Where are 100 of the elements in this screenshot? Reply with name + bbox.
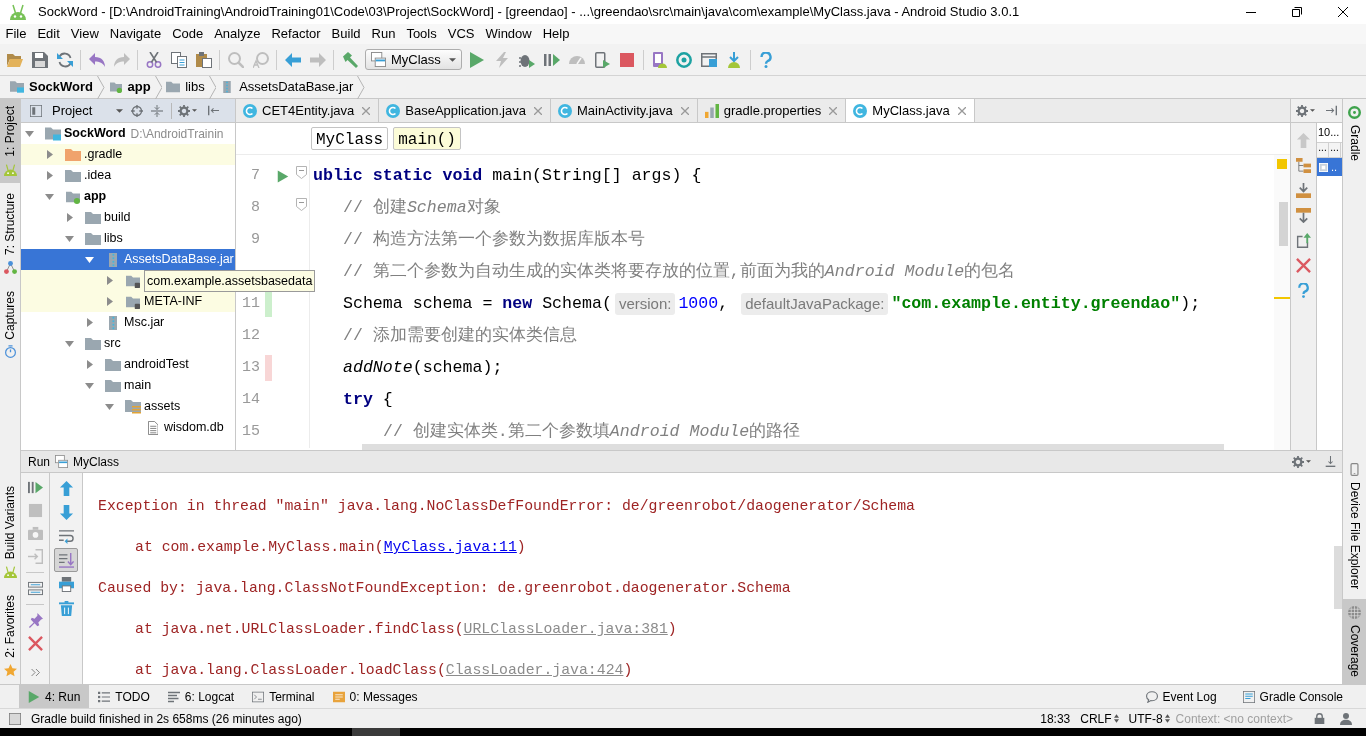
vertical-scrollbar[interactable] [1334, 546, 1342, 609]
tool-window-button[interactable]: 7: Structure [0, 185, 20, 281]
encoding-widget[interactable]: UTF-8 [1128, 709, 1170, 728]
tool-window-button[interactable]: Captures [0, 283, 20, 366]
tool-window-button[interactable]: 2: Favorites [0, 588, 20, 684]
breadcrumb[interactable]: app [106, 76, 153, 98]
menu-item[interactable]: Edit [31, 24, 66, 44]
archive-icon [108, 315, 118, 330]
ring-icon [1348, 106, 1361, 119]
column-header[interactable]: ... [1317, 143, 1329, 157]
menu-item[interactable]: Refactor [265, 24, 327, 44]
menu-item[interactable]: Navigate [104, 24, 167, 44]
tool-window-tab[interactable]: 6: Logcat [158, 685, 244, 708]
editor-tab[interactable]: CET4Entity.java [236, 99, 380, 122]
run-configuration-tab[interactable]: MyClass [55, 452, 120, 471]
breadcrumb[interactable]: SockWord [8, 76, 96, 98]
tree-item[interactable]: assets [21, 396, 235, 417]
folder-icon [85, 231, 101, 246]
vertical-scrollbar[interactable] [1279, 202, 1288, 246]
menu-item[interactable]: File [0, 24, 32, 44]
tree-item[interactable]: build [21, 207, 235, 228]
menu-item[interactable]: Analyze [208, 24, 266, 44]
menu-item[interactable]: Window [479, 24, 538, 44]
tool-window-button[interactable]: Build Variants [0, 479, 20, 586]
restore-icon [1292, 7, 1302, 17]
close-icon[interactable] [957, 106, 966, 115]
source-link[interactable]: MyClass.java:11 [383, 539, 517, 555]
arrow-to-bar-icon [207, 105, 219, 116]
tree-item[interactable]: androidTest [21, 354, 235, 375]
down-arrow-lines-icon [58, 552, 74, 568]
editor-tab[interactable]: MainActivity.java [550, 99, 698, 122]
hide-button[interactable] [1326, 105, 1337, 116]
tree-item[interactable]: libs [21, 228, 235, 249]
tree-item[interactable]: .gradle [21, 144, 235, 165]
tool-windows-toggle[interactable] [9, 712, 21, 725]
horizontal-scrollbar[interactable] [362, 444, 1224, 450]
tree-item[interactable]: src [21, 333, 235, 354]
star-icon [3, 664, 17, 677]
tree-item[interactable]: SockWord D:\AndroidTrainin [21, 123, 235, 144]
close-icon[interactable] [533, 106, 542, 115]
list-icon [98, 690, 111, 703]
scroll-to-end-button[interactable] [54, 548, 78, 572]
context-label: Context: <no context> [1175, 710, 1293, 728]
chevron-icon [97, 75, 105, 99]
tool-window-tab[interactable]: Gradle Console [1233, 685, 1352, 708]
module-folder-icon [108, 81, 123, 93]
editor-tab[interactable]: BaseApplication.java [379, 99, 551, 122]
breadcrumb[interactable]: main() [393, 127, 461, 150]
file-icon [147, 420, 159, 435]
tool-window-button[interactable]: Coverage [1343, 598, 1366, 684]
person-icon[interactable] [1340, 712, 1352, 725]
tool-window-tab[interactable]: 4: Run [19, 685, 90, 708]
tool-window-button[interactable]: Gradle [1343, 99, 1366, 169]
tool-window-tab[interactable]: Event Log [1136, 685, 1226, 708]
close-icon[interactable] [680, 106, 689, 115]
table-row[interactable]: .. [1317, 158, 1342, 176]
play-icon[interactable] [277, 169, 289, 183]
menu-item[interactable]: Help [537, 24, 575, 44]
settings-button[interactable] [1296, 104, 1315, 117]
warning-stripe-marker[interactable] [1274, 297, 1290, 299]
close-icon[interactable] [362, 106, 371, 115]
menu-item[interactable]: View [65, 24, 105, 44]
line-separator-widget[interactable]: CRLF [1080, 709, 1119, 728]
settings-button[interactable] [1292, 455, 1311, 468]
breadcrumb[interactable]: libs [164, 76, 207, 98]
run-configuration-dropdown[interactable]: MyClass [365, 49, 462, 70]
console-line: at java.net.URLClassLoader.findClass(URLClassLoader.java:381) [135, 620, 677, 639]
view-dropdown[interactable]: Project [27, 100, 127, 121]
tree-item[interactable]: wisdom.db [21, 417, 235, 438]
tree-item[interactable]: META-INF [21, 291, 235, 312]
tool-window-tab[interactable]: 0: Messages [323, 685, 427, 708]
hide-button[interactable] [1325, 456, 1336, 467]
close-icon[interactable] [829, 106, 838, 115]
tool-window-tab[interactable]: Terminal [243, 685, 324, 708]
menu-item[interactable]: Code [166, 24, 209, 44]
menu-item[interactable]: Build [326, 24, 366, 44]
tool-window-button[interactable]: 1: Project [0, 99, 20, 183]
tree-item[interactable]: Msc.jar [21, 312, 235, 333]
arrow-to-bar-icon [1325, 456, 1336, 467]
column-header[interactable]: ... [1329, 143, 1341, 157]
menu-item[interactable]: VCS [442, 24, 480, 44]
fold-marker-icon[interactable] [296, 198, 307, 211]
lock-icon[interactable] [1314, 713, 1325, 724]
breadcrumb[interactable]: AssetsDataBase.jar [218, 76, 356, 98]
tree-item[interactable]: AssetsDataBase.jar [21, 249, 235, 270]
converging-arrows-icon [151, 104, 163, 117]
caret-position[interactable]: 18:33 [1040, 709, 1071, 728]
menu-item[interactable]: Tools [400, 24, 443, 44]
tool-window-tab[interactable]: TODO [89, 685, 159, 708]
breadcrumb[interactable]: MyClass [311, 127, 389, 150]
editor-tab[interactable]: MyClass.java [846, 99, 975, 122]
tree-item[interactable]: app [21, 186, 235, 207]
terminal-icon [252, 690, 265, 703]
tree-item[interactable]: main [21, 375, 235, 396]
tool-window-button[interactable]: Device File Explorer [1343, 455, 1366, 596]
menu-item[interactable]: Run [366, 24, 401, 44]
code-line: // 构造方法第一个参数为数据库版本号 [343, 228, 645, 251]
tree-item[interactable]: .idea [21, 165, 235, 186]
crosshair-icon [131, 104, 143, 117]
fold-marker-icon[interactable] [296, 166, 307, 179]
